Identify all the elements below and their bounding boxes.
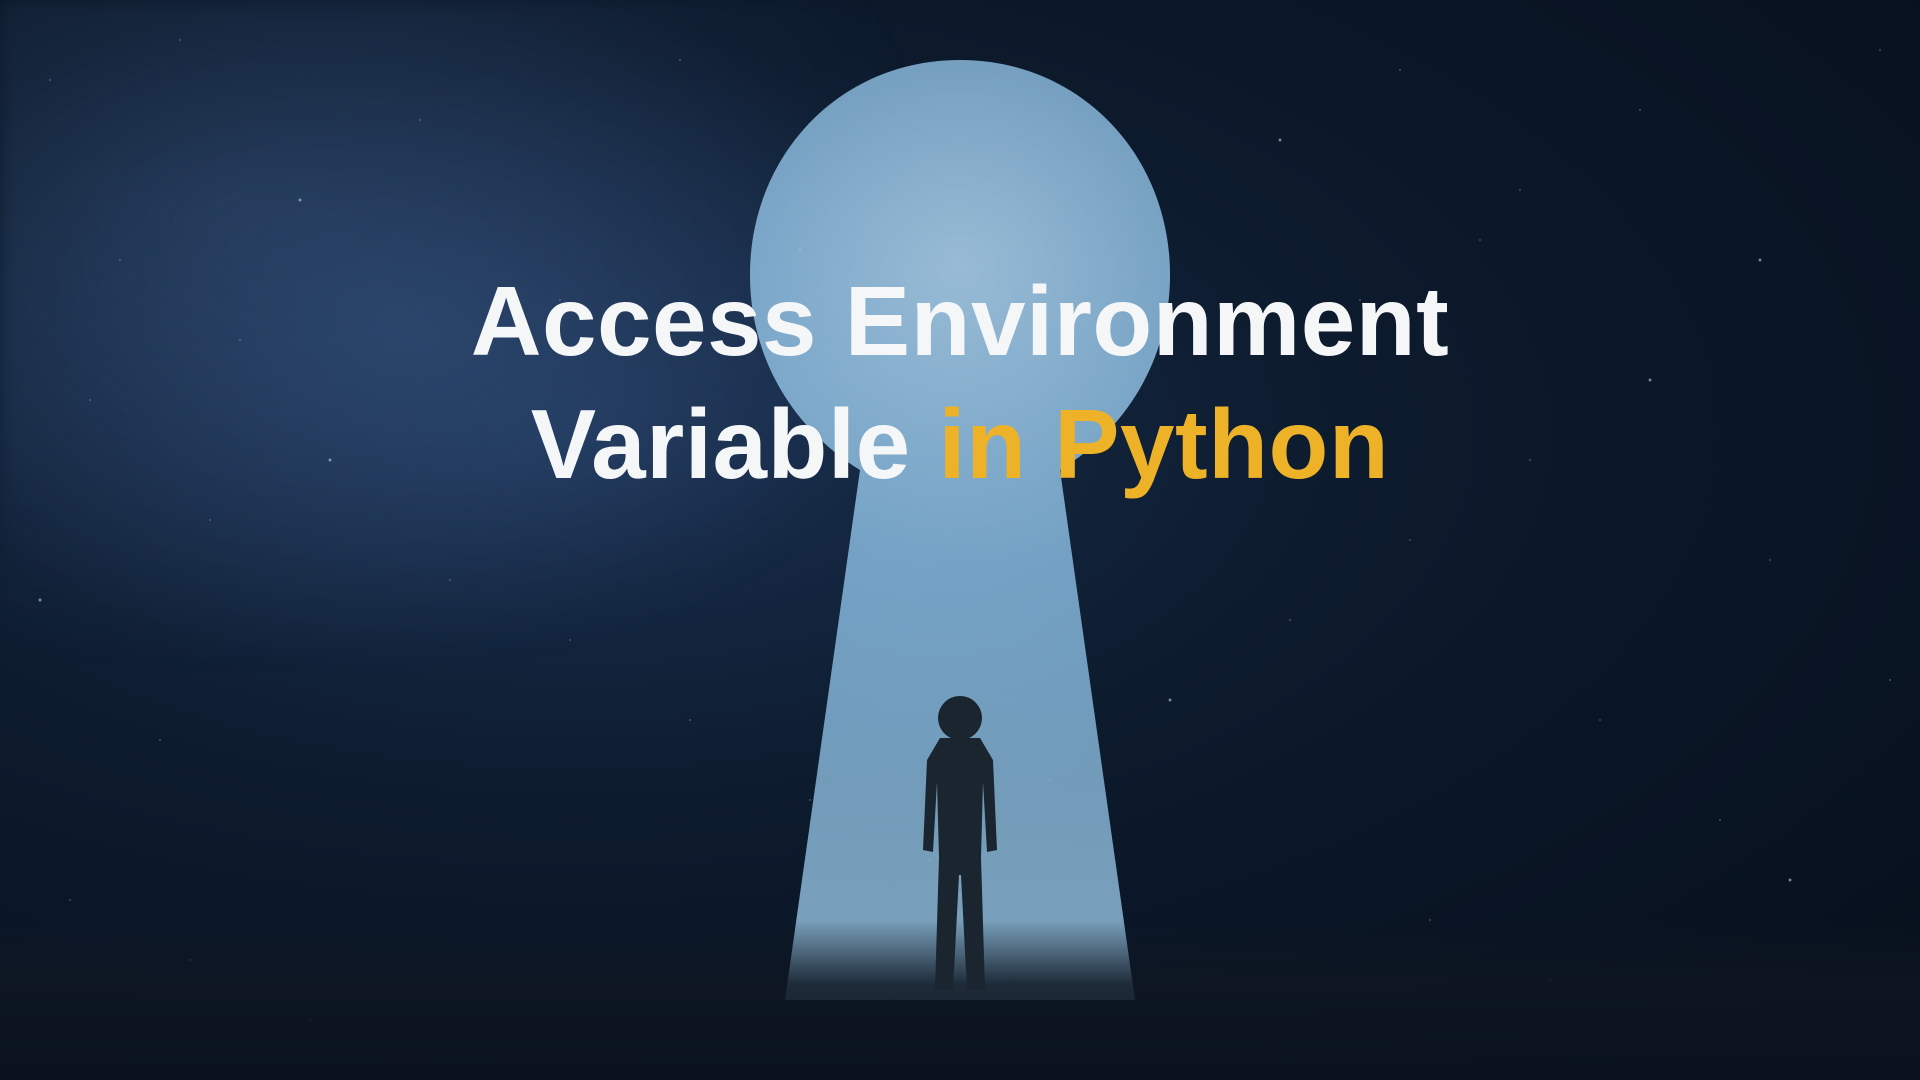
title-line2-part1: Variable (531, 389, 939, 499)
title-line1: Access Environment (471, 266, 1449, 376)
hero-title: Access Environment Variable in Python (0, 260, 1920, 505)
person-silhouette (905, 690, 1015, 990)
title-line2-accent: in Python (938, 389, 1389, 499)
